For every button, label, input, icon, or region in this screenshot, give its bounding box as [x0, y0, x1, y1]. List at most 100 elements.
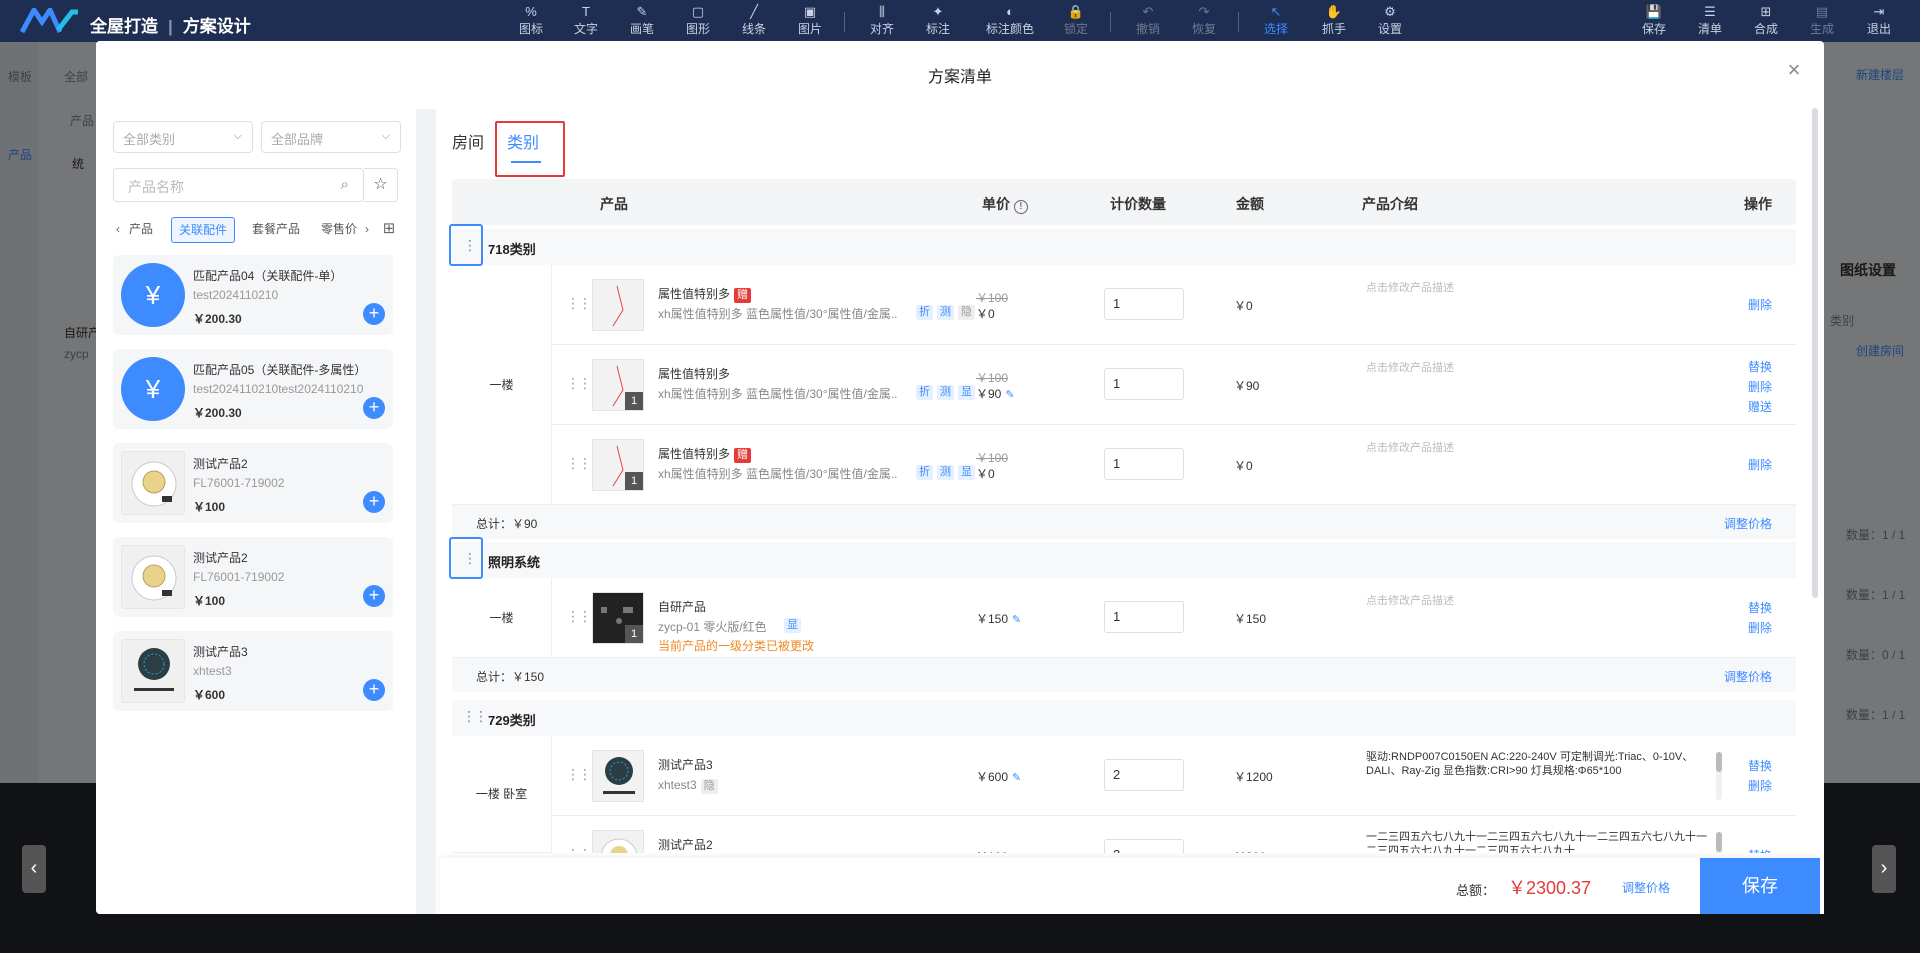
next-page-button[interactable]: › [1872, 845, 1896, 893]
description-scrollbar[interactable] [1716, 752, 1722, 800]
drag-handle-icon[interactable]: ⋮⋮ [566, 295, 592, 312]
quantity-input[interactable]: 1 [1104, 368, 1184, 400]
row-actions: 替换 删除 赠送 [1748, 357, 1772, 417]
row-actions: 删除 [1748, 295, 1772, 315]
edit-pencil-icon[interactable]: ✎ [1012, 614, 1021, 626]
product-name: 测试产品2 [193, 457, 248, 471]
toolbar-hand-button[interactable]: ✋ 抓手 [1306, 4, 1362, 37]
unit-price: ￥150 ✎ [976, 612, 1022, 626]
vertical-scrollbar[interactable] [1812, 108, 1818, 598]
drag-handle-icon[interactable]: ⋮⋮ [462, 708, 488, 725]
add-icon[interactable]: + [363, 303, 385, 325]
product-card[interactable]: ¥ 匹配产品04（关联配件-单） test2024110210 ￥200.30 + [113, 255, 393, 335]
product-card[interactable]: 测试产品3 xhtest3 ￥600 + [113, 631, 393, 711]
toolbar-brush-button[interactable]: ✎ 画笔 [614, 4, 670, 37]
toolbar-undo-button[interactable]: ↶ 撤销 [1120, 4, 1176, 37]
close-icon[interactable]: × [1784, 59, 1804, 81]
delete-link[interactable]: 删除 [1748, 295, 1772, 315]
description-scrollbar[interactable] [1716, 832, 1722, 853]
quantity-input[interactable]: 3 [1104, 839, 1184, 853]
adjust-price-link[interactable]: 调整价格 [1724, 515, 1772, 532]
product-card[interactable]: 测试产品2 FL76001-719002 ￥100 + [113, 443, 393, 523]
info-icon[interactable]: ! [1013, 200, 1028, 214]
chip-products[interactable]: 产品 [124, 217, 158, 243]
add-icon[interactable]: + [363, 679, 385, 701]
quantity-input[interactable]: 1 [1104, 448, 1184, 480]
replace-link[interactable]: 替换 [1748, 357, 1772, 377]
edit-pencil-icon[interactable]: ✎ [1012, 852, 1021, 853]
delete-link[interactable]: 删除 [1748, 618, 1772, 638]
drag-handle-icon[interactable]: ⋮⋮ [449, 537, 489, 579]
edit-pencil-icon[interactable]: ✎ [1012, 772, 1021, 784]
chevron-right-icon[interactable]: › [362, 217, 372, 243]
tab-room[interactable]: 房间 [452, 129, 484, 153]
toolbar-select-button[interactable]: ↖ 选择 [1248, 4, 1304, 37]
unit-price: ￥100✎ [976, 848, 1021, 853]
delete-link[interactable]: 删除 [1748, 776, 1772, 796]
favorite-star-icon[interactable]: ☆ [364, 168, 398, 202]
gift-link[interactable]: 赠送 [1748, 397, 1772, 417]
adjust-price-link[interactable]: 调整价格 [1724, 668, 1772, 685]
grid-view-icon[interactable]: ⊞ [380, 217, 398, 243]
toolbar-settings-button[interactable]: ⚙ 设置 [1362, 4, 1418, 37]
replace-link[interactable]: 替换 [1748, 846, 1772, 853]
drag-handle-icon[interactable]: ⋮⋮ [449, 224, 489, 266]
toolbar-lock-button[interactable]: 🔒 锁定 [1048, 4, 1104, 37]
edit-pencil-icon[interactable]: ✎ [1005, 389, 1014, 401]
chevron-left-icon[interactable]: ‹ [113, 217, 123, 243]
product-description[interactable]: 点击修改产品描述 [1366, 359, 1454, 375]
product-description[interactable]: 点击修改产品描述 [1366, 592, 1454, 608]
delete-link[interactable]: 删除 [1748, 455, 1772, 475]
toolbar-annotate-color-button[interactable]: ◐ 标注颜色 [978, 4, 1042, 37]
product-code: FL76001-719002 [193, 570, 285, 584]
product-description[interactable]: 点击修改产品描述 [1366, 279, 1454, 295]
product-card[interactable]: 测试产品2 FL76001-719002 ￥100 + [113, 537, 393, 617]
table-row: ⋮⋮ 1 属性值特别多 xh属性值特别多 蓝色属性值/30°属性值/金属... 折测显 ￥… [552, 345, 1796, 425]
row-amount: ￥0 [1234, 459, 1253, 473]
drag-handle-icon[interactable]: ⋮⋮ [566, 608, 592, 625]
search-icon[interactable]: ⌕ [341, 176, 349, 193]
quantity-input[interactable]: 2 [1104, 759, 1184, 791]
toolbar-list-button[interactable]: ☰ 清单 [1686, 4, 1734, 37]
add-icon[interactable]: + [363, 491, 385, 513]
brand-select[interactable]: 全部品牌 ⌵ [261, 121, 401, 153]
product-description[interactable]: 一二三四五六七八九十一二三四五六七八九十一二三四五六七八九十一二三四五六七八九十… [1366, 830, 1716, 853]
chip-accessories[interactable]: 关联配件 [171, 217, 235, 243]
drag-handle-icon[interactable]: ⋮⋮ [566, 846, 592, 853]
save-button[interactable]: 保存 [1700, 858, 1820, 914]
toolbar-icon-button[interactable]: % 图标 [503, 4, 559, 37]
adjust-total-price-link[interactable]: 调整价格 [1622, 879, 1670, 896]
product-search-input[interactable]: 产品名称 ⌕ [113, 168, 364, 202]
toolbar-text-button[interactable]: T 文字 [558, 4, 614, 37]
toolbar-shape-button[interactable]: ▢ 图形 [670, 4, 726, 37]
category-select[interactable]: 全部类别 ⌵ [113, 121, 253, 153]
product-thumbnail: 1 [592, 359, 644, 411]
toolbar-image-button[interactable]: ▣ 图片 [782, 4, 838, 37]
chip-retail-price[interactable]: 零售价 [318, 217, 360, 243]
toolbar-align-button[interactable]: ⫼ 对齐 [854, 4, 910, 37]
replace-link[interactable]: 替换 [1748, 756, 1772, 776]
toolbar-save-button[interactable]: 💾 保存 [1630, 4, 1678, 37]
add-icon[interactable]: + [363, 585, 385, 607]
prev-page-button[interactable]: ‹ [22, 845, 46, 893]
product-description[interactable]: 驱动:RNDP007C0150EN AC:220-240V 可定制调光:Tria… [1366, 750, 1716, 792]
drag-handle-icon[interactable]: ⋮⋮ [566, 375, 592, 392]
row-product-name: 测试产品3 [658, 758, 713, 772]
drag-handle-icon[interactable]: ⋮⋮ [566, 455, 592, 472]
toolbar-line-button[interactable]: ╱ 线条 [726, 4, 782, 37]
product-card[interactable]: ¥ 匹配产品05（关联配件-多属性） test2024110210test20241… [113, 349, 393, 429]
add-icon[interactable]: + [363, 397, 385, 419]
toolbar-compose-button[interactable]: ⊞ 合成 [1742, 4, 1790, 37]
toolbar-annotate-button[interactable]: ✦ 标注 [910, 4, 966, 37]
quantity-input[interactable]: 1 [1104, 288, 1184, 320]
drag-handle-icon[interactable]: ⋮⋮ [566, 766, 592, 783]
product-description[interactable]: 点击修改产品描述 [1366, 439, 1454, 455]
table-row: ⋮⋮ 测试产品2 ￥100✎ 3 ￥300 一二三四五六七八九十一二三四五六七八九十一二三… [552, 816, 1796, 853]
chip-packages[interactable]: 套餐产品 [244, 217, 308, 243]
toolbar-redo-button[interactable]: ↷ 恢复 [1176, 4, 1232, 37]
toolbar-generate-button[interactable]: ▤ 生成 [1798, 4, 1846, 37]
quantity-input[interactable]: 1 [1104, 601, 1184, 633]
replace-link[interactable]: 替换 [1748, 598, 1772, 618]
delete-link[interactable]: 删除 [1748, 377, 1772, 397]
toolbar-exit-button[interactable]: ⇥ 退出 [1855, 4, 1903, 37]
